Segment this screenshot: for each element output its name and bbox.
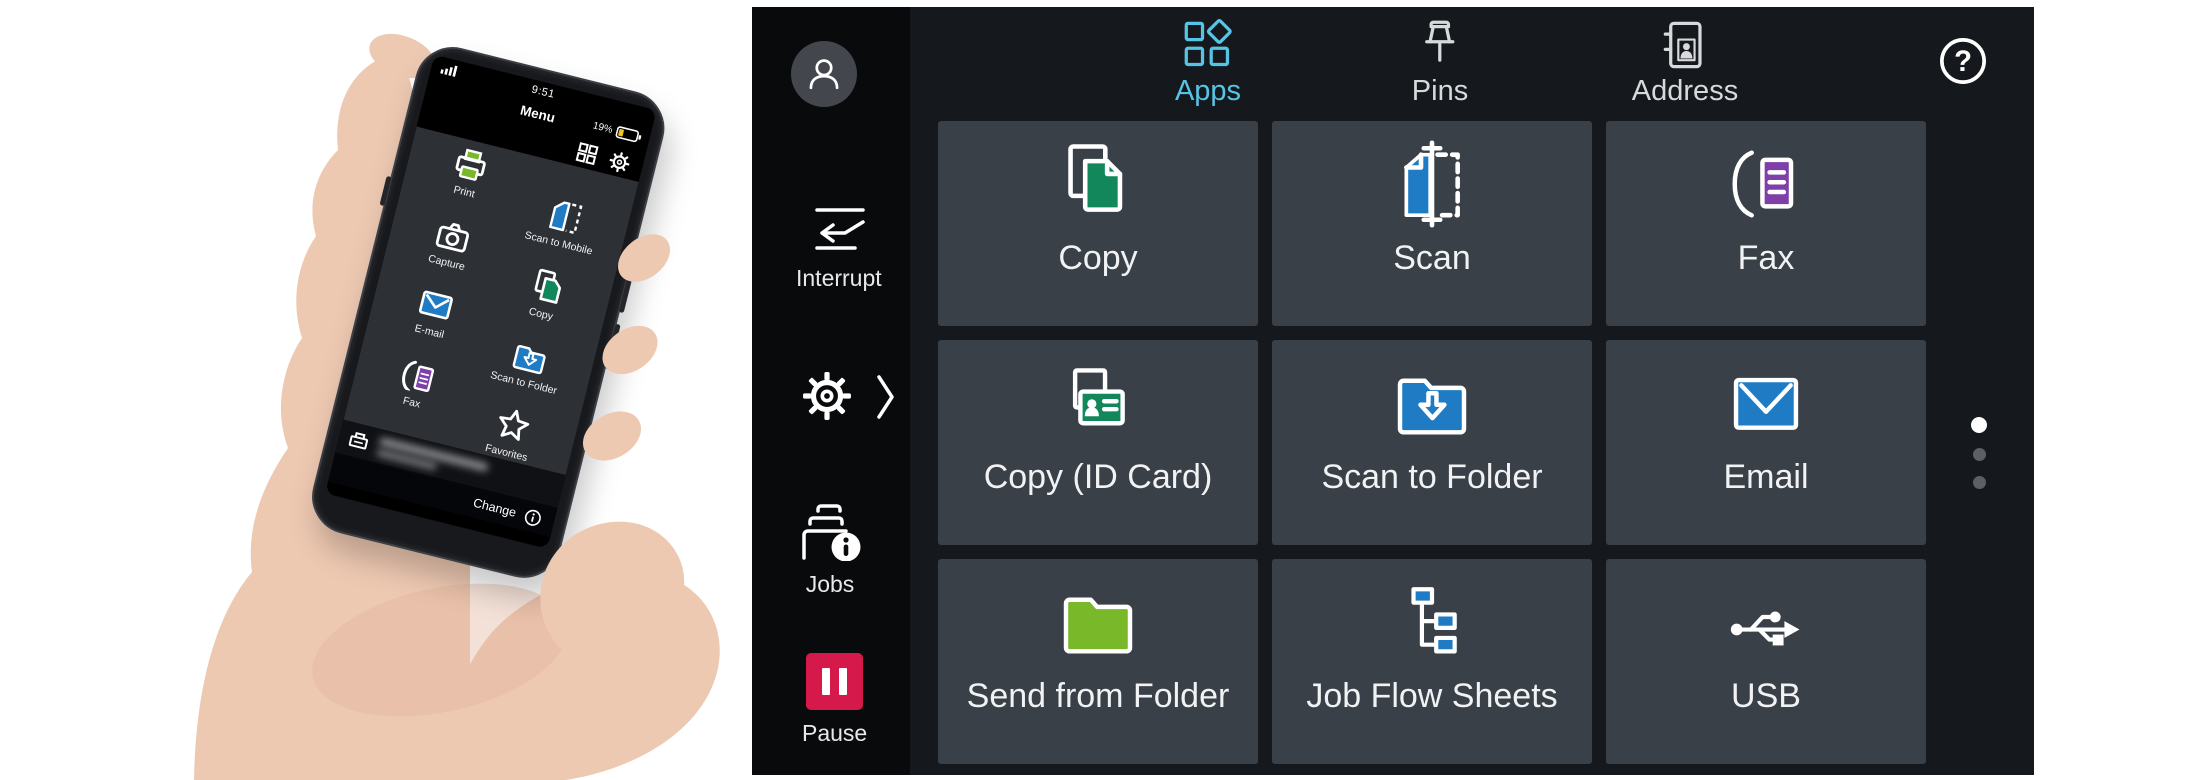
tile-label: Job Flow Sheets — [1306, 677, 1557, 716]
sidebar-item-pause[interactable]: Pause — [802, 653, 867, 747]
tab-pins[interactable]: Pins — [1412, 19, 1468, 108]
printer-icon — [449, 145, 492, 186]
phone-app-fax: Fax — [362, 345, 472, 421]
tile-label: Scan to Folder — [1321, 458, 1542, 497]
sidebar-item-label: Jobs — [806, 571, 855, 598]
phone-app-copy: Copy — [491, 257, 601, 332]
camera-icon — [432, 215, 475, 257]
tab-apps[interactable]: Apps — [1175, 19, 1241, 108]
person-icon — [802, 52, 846, 96]
tile-label: Send from Folder — [967, 677, 1230, 716]
tile-usb[interactable]: USB — [1606, 559, 1926, 764]
sidebar-item-label: Pause — [802, 720, 867, 747]
pushpin-icon — [1414, 19, 1466, 71]
tab-label: Address — [1632, 75, 1738, 108]
sidebar-item-label: Interrupt — [796, 265, 882, 292]
fax-icon — [1721, 142, 1811, 226]
copy-pages-icon — [526, 265, 569, 308]
expand-chevron-icon[interactable] — [876, 373, 896, 421]
email-icon — [1721, 366, 1811, 440]
tile-label: Email — [1723, 458, 1808, 497]
sidebar-item-jobs[interactable]: Jobs — [794, 497, 866, 598]
tile-email[interactable]: Email — [1606, 340, 1926, 545]
sidebar-item-settings[interactable] — [802, 371, 852, 421]
help-glyph: ? — [1954, 46, 1972, 78]
tile-job-flow-sheets[interactable]: Job Flow Sheets — [1272, 559, 1592, 764]
scan-to-mobile-icon — [544, 195, 587, 237]
login-profile-button[interactable] — [791, 41, 857, 107]
phone-app-scan-to-mobile: Scan to Mobile — [509, 188, 618, 262]
tile-copy[interactable]: Copy — [938, 121, 1258, 326]
page-dot-1[interactable] — [1971, 417, 1987, 433]
job-flow-icon — [1390, 582, 1474, 662]
page-indicator — [1971, 417, 1987, 489]
sidebar-item-interrupt[interactable]: Interrupt — [796, 203, 882, 292]
tile-scan-to-folder[interactable]: Scan to Folder — [1272, 340, 1592, 545]
tab-label: Pins — [1412, 75, 1468, 108]
phone-app-label: Scan to Mobile — [523, 229, 593, 257]
gear-icon — [607, 149, 632, 174]
phone-app-label: Scan to Folder — [489, 369, 558, 397]
tile-send-from-folder[interactable]: Send from Folder — [938, 559, 1258, 764]
phone-app-scan-to-folder: Scan to Folder — [474, 327, 583, 401]
sidebar: Interrupt — [752, 7, 910, 775]
id-card-icon — [1054, 363, 1142, 443]
tile-scan[interactable]: Scan — [1272, 121, 1592, 326]
tile-label: Copy (ID Card) — [984, 458, 1213, 497]
phone-app-label: Capture — [427, 253, 466, 274]
address-book-icon — [1659, 19, 1711, 71]
change-label: Change — [472, 496, 518, 520]
scan-icon — [1386, 140, 1478, 228]
tab-label: Apps — [1175, 75, 1241, 108]
phone-app-label: Print — [452, 184, 476, 201]
printer-device-icon — [347, 429, 371, 453]
phone-app-label: Fax — [402, 395, 422, 411]
scan-to-folder-icon — [1387, 363, 1477, 443]
battery-icon — [615, 125, 643, 144]
tile-label: USB — [1731, 677, 1801, 716]
page-dot-2[interactable] — [1973, 448, 1986, 461]
phone-photo: 9:51 Menu 19% — [0, 0, 750, 780]
printer-control-panel: Interrupt — [752, 7, 2034, 775]
usb-icon — [1724, 586, 1808, 658]
phone-app-print: Print — [414, 137, 523, 210]
tile-label: Copy — [1058, 239, 1137, 278]
phone-app-email: E-mail — [379, 277, 488, 350]
star-icon — [491, 403, 535, 447]
envelope-icon — [415, 285, 458, 326]
pause-icon — [806, 653, 863, 710]
phone-app-label: Copy — [528, 305, 555, 323]
folder-down-icon — [509, 335, 552, 377]
fax-handset-icon — [397, 353, 441, 397]
tile-copy-id-card[interactable]: Copy (ID Card) — [938, 340, 1258, 545]
page-title: Menu — [519, 102, 557, 125]
info-icon — [523, 507, 544, 528]
battery-percent: 19% — [592, 120, 614, 136]
help-button[interactable]: ? — [1937, 35, 1989, 87]
gear-icon — [802, 371, 852, 421]
apps-grid-icon — [1182, 19, 1234, 71]
tile-label: Fax — [1738, 239, 1795, 278]
send-from-folder-icon — [1053, 582, 1143, 662]
screenshot-root: 9:51 Menu 19% — [0, 0, 2200, 780]
interrupt-icon — [807, 203, 871, 255]
tab-address[interactable]: Address — [1632, 19, 1738, 108]
app-tile-grid: Copy Scan — [938, 121, 1926, 764]
phone-app-capture: Capture — [397, 207, 506, 281]
page-dot-3[interactable] — [1973, 476, 1986, 489]
phone-app-label: E-mail — [413, 322, 445, 341]
jobs-icon — [794, 497, 866, 561]
panel-main: Apps Pins Address — [910, 7, 2034, 775]
tile-label: Scan — [1393, 239, 1471, 278]
copy-icon — [1052, 141, 1144, 227]
tile-fax[interactable]: Fax — [1606, 121, 1926, 326]
view-grid-icon — [575, 141, 599, 165]
